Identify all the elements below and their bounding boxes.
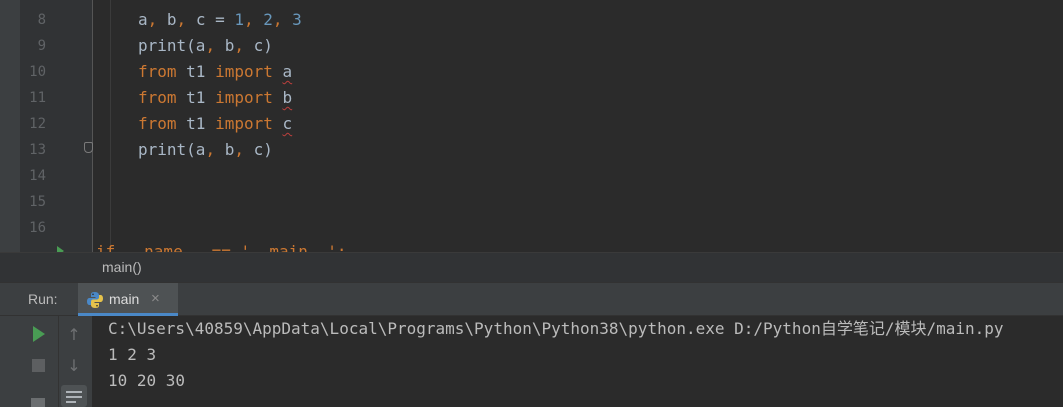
run-tab-label: main bbox=[109, 291, 140, 307]
python-icon bbox=[87, 292, 103, 308]
code-token: t1 bbox=[186, 114, 216, 133]
restore-layout-icon[interactable] bbox=[31, 398, 45, 407]
line-number: 13 bbox=[29, 142, 46, 158]
line-number: 15 bbox=[29, 194, 46, 210]
code-token: import bbox=[215, 114, 283, 133]
line-number: 14 bbox=[29, 168, 46, 184]
rerun-icon[interactable] bbox=[33, 326, 45, 342]
breadcrumb[interactable]: main() bbox=[102, 259, 142, 275]
code-token: b bbox=[166, 10, 177, 29]
code-token: b bbox=[282, 88, 293, 107]
fold-end-icon[interactable] bbox=[84, 142, 93, 153]
partially-visible-line: if __name__ == '__main__': bbox=[96, 244, 356, 252]
code-line[interactable]: from t1 import a bbox=[138, 59, 292, 85]
code-token: , bbox=[147, 10, 167, 29]
line-number: 9 bbox=[37, 38, 46, 54]
console-line-output: 10 20 30 bbox=[108, 371, 186, 390]
breadcrumb-bar: main() bbox=[0, 252, 1063, 282]
code-token: print(a bbox=[138, 140, 206, 159]
code-token: a bbox=[138, 10, 148, 29]
code-token: t1 bbox=[186, 62, 216, 81]
code-token: , bbox=[205, 36, 225, 55]
code-token: import bbox=[215, 62, 283, 81]
line-number: 11 bbox=[29, 90, 46, 106]
code-line[interactable]: from t1 import c bbox=[138, 111, 292, 137]
code-token: , bbox=[234, 36, 254, 55]
code-token: from bbox=[138, 114, 187, 133]
code-token: c) bbox=[253, 36, 273, 55]
up-stack-trace-icon[interactable]: ↑ bbox=[66, 325, 82, 345]
code-line[interactable]: print(a, b, c) bbox=[138, 33, 273, 59]
code-token: t1 bbox=[186, 88, 216, 107]
code-token: c = bbox=[195, 10, 235, 29]
down-stack-trace-icon[interactable]: ↓ bbox=[66, 356, 82, 376]
code-token: , bbox=[176, 10, 196, 29]
code-token: b bbox=[224, 140, 235, 159]
code-line[interactable]: print(a, b, c) bbox=[138, 137, 273, 163]
code-token: b bbox=[224, 36, 235, 55]
indent-guide bbox=[110, 0, 111, 252]
code-token: import bbox=[215, 88, 283, 107]
code-token: from bbox=[138, 88, 187, 107]
run-tab-main[interactable]: main × bbox=[78, 283, 178, 316]
line-number: 16 bbox=[29, 220, 46, 236]
gutter-divider bbox=[92, 0, 93, 252]
code-token: c bbox=[282, 114, 293, 133]
code-token: 3 bbox=[292, 10, 302, 29]
code-token: c) bbox=[253, 140, 273, 159]
code-token: 1 bbox=[234, 10, 244, 29]
code-token: print(a bbox=[138, 36, 206, 55]
line-number: 10 bbox=[29, 64, 46, 80]
line-number: 12 bbox=[29, 116, 46, 132]
code-line[interactable]: a, b, c = 1, 2, 3 bbox=[138, 7, 302, 33]
soft-wrap-icon[interactable] bbox=[61, 385, 87, 407]
code-token: , bbox=[243, 10, 264, 29]
code-token: a bbox=[282, 62, 293, 81]
console-line-command: C:\Users\40859\AppData\Local\Programs\Py… bbox=[108, 319, 1004, 338]
run-tool-window-header: Run: main × bbox=[0, 282, 1063, 316]
run-label: Run: bbox=[28, 291, 58, 307]
code-token: , bbox=[272, 10, 293, 29]
line-number: 8 bbox=[37, 12, 46, 28]
console-line-output: 1 2 3 bbox=[108, 345, 157, 364]
stop-icon[interactable] bbox=[32, 359, 45, 372]
code-token: from bbox=[138, 62, 187, 81]
left-tool-strip bbox=[0, 0, 20, 282]
code-token: 2 bbox=[263, 10, 273, 29]
run-left-strip bbox=[0, 316, 20, 407]
code-editor[interactable]: if __name__ == '__main__': 8 a, b, c = 1,… bbox=[0, 0, 1063, 252]
code-token: , bbox=[234, 140, 254, 159]
code-line[interactable]: from t1 import b bbox=[138, 85, 292, 111]
close-icon[interactable]: × bbox=[151, 290, 160, 307]
code-token: , bbox=[205, 140, 225, 159]
